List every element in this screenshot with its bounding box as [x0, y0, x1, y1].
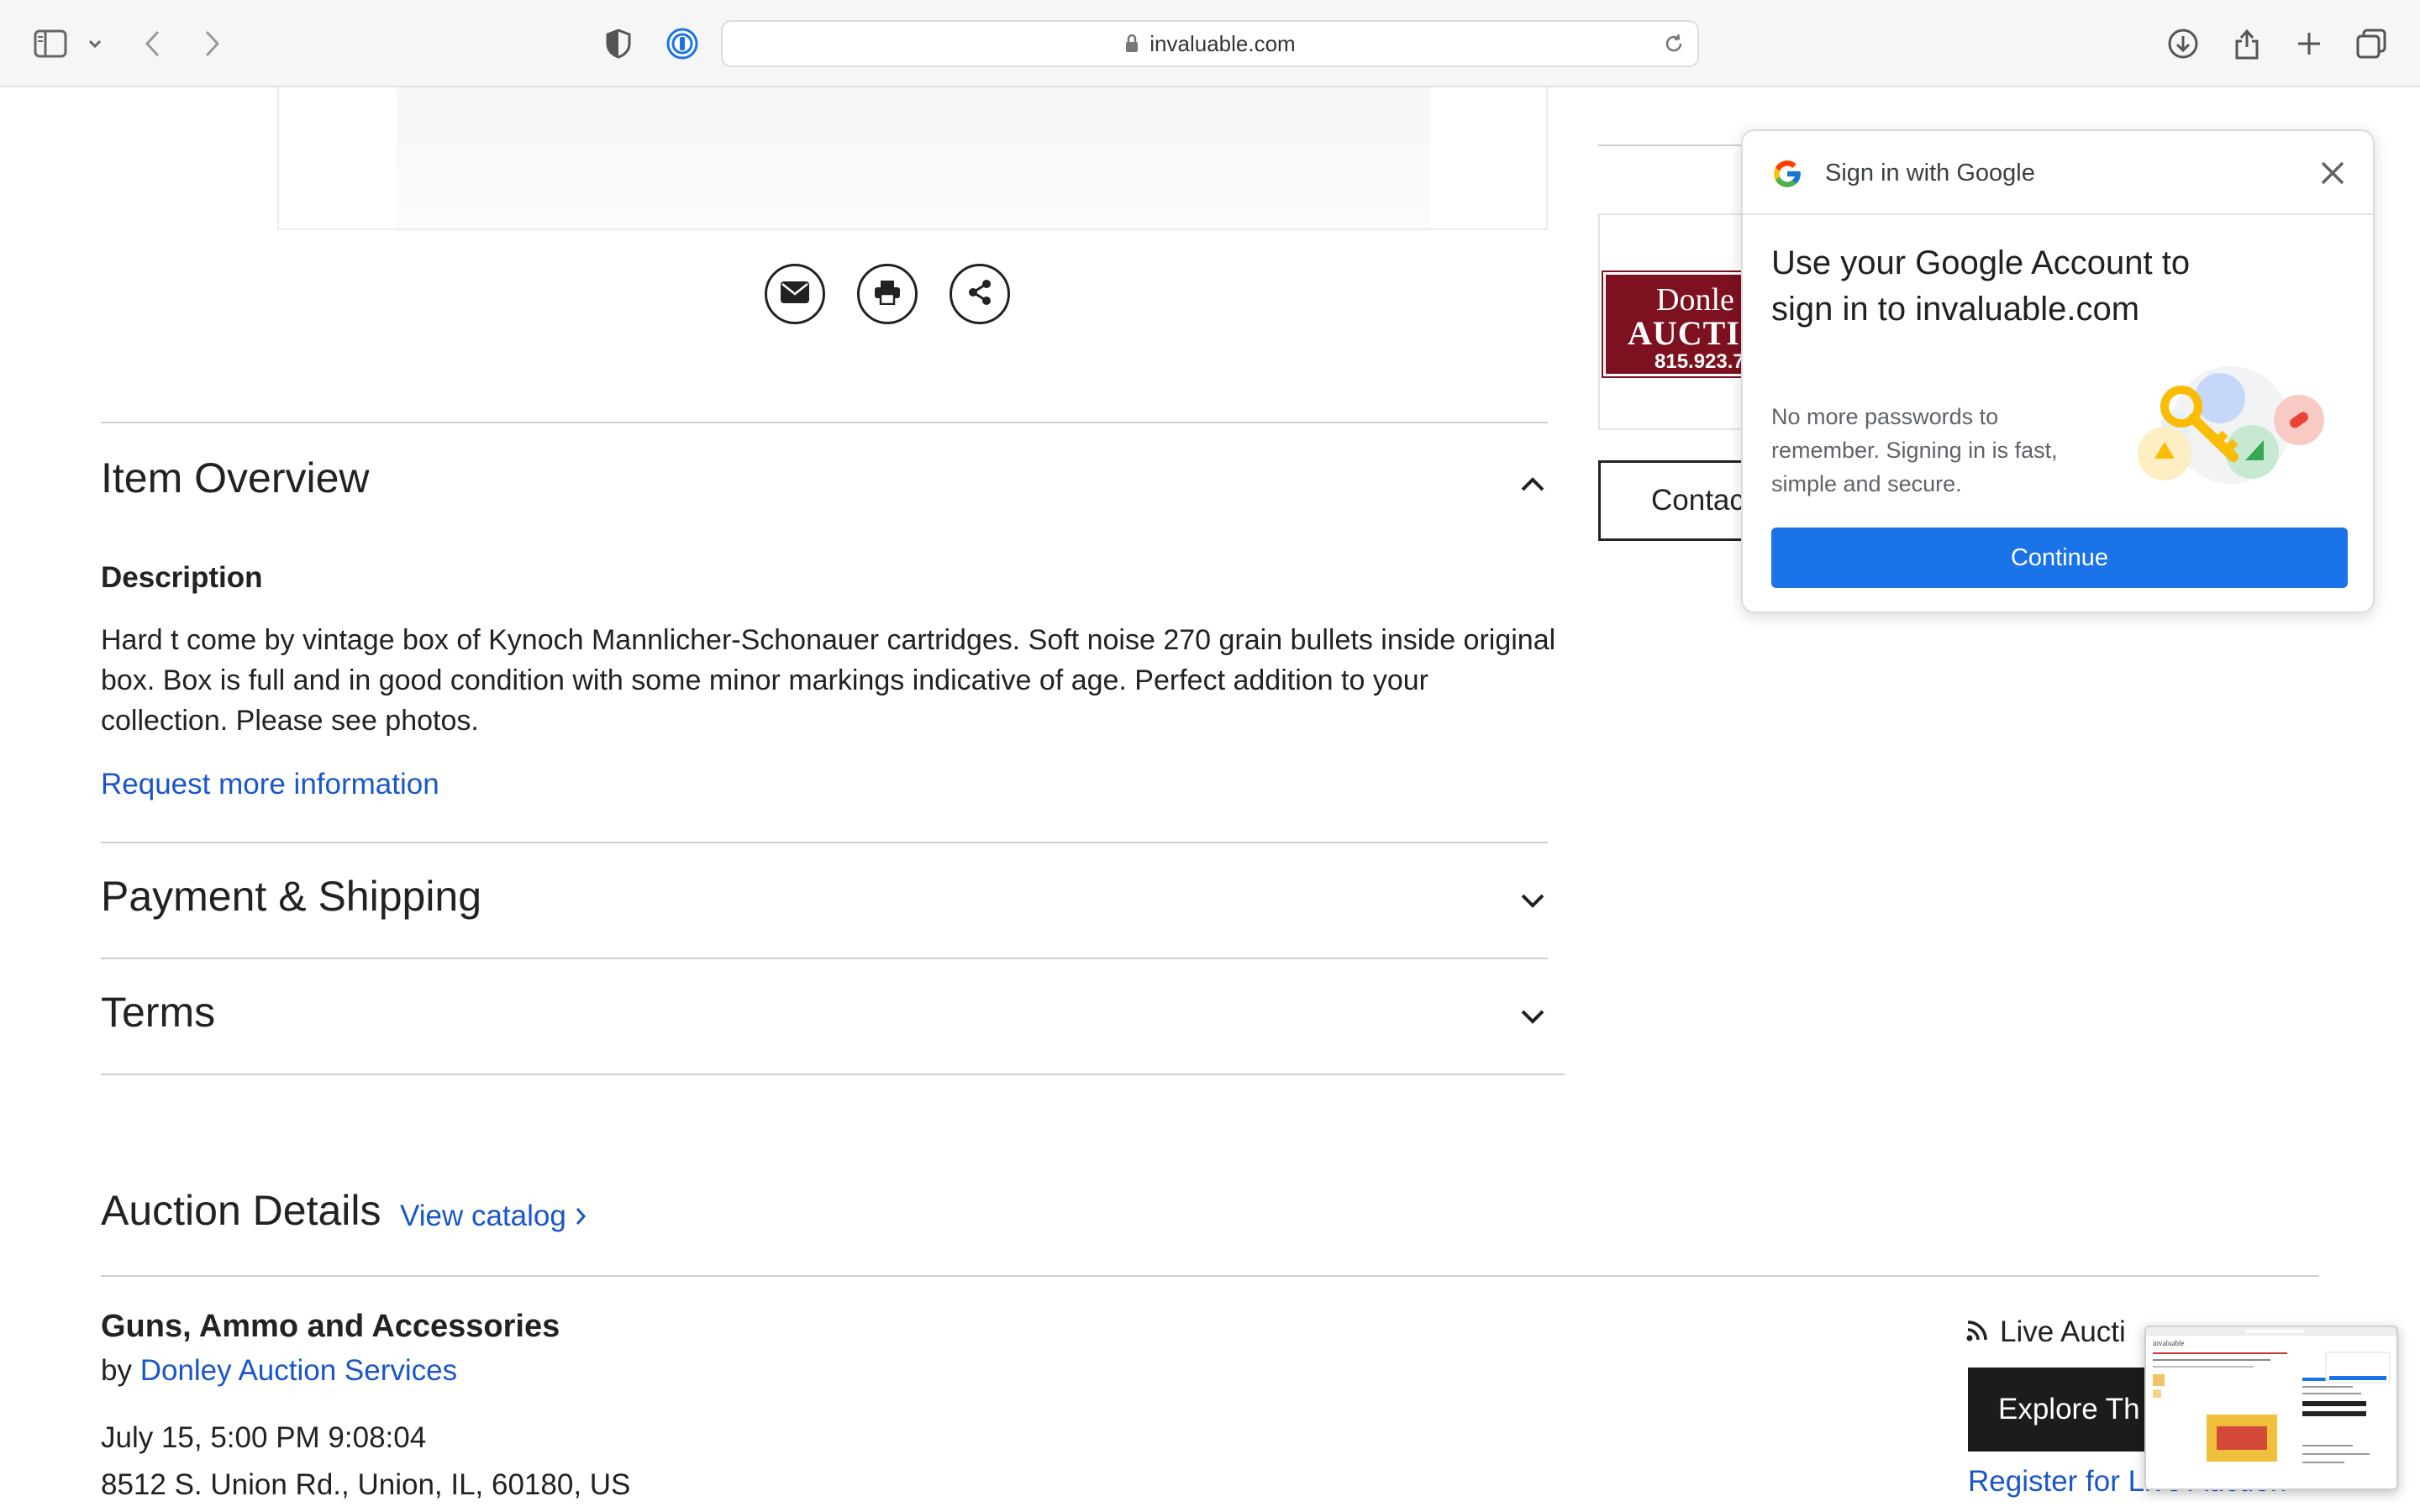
- share-nodes-icon: [966, 279, 993, 310]
- envelope-icon: [780, 281, 810, 308]
- chevron-down-icon[interactable]: [76, 24, 114, 64]
- live-auction-label: Live Aucti: [1966, 1315, 2126, 1349]
- auction-date: July 15, 5:00 PM 9:08:04: [101, 1421, 427, 1454]
- lock-icon: [1124, 34, 1139, 54]
- key-illustration-icon: [2126, 358, 2336, 501]
- auctioneer-line: by Donley Auction Services: [101, 1354, 457, 1388]
- address-bar[interactable]: invaluable.com: [721, 20, 1699, 67]
- thumbnail-brand: invaluable: [2153, 1339, 2185, 1347]
- privacy-shield-icon[interactable]: [598, 24, 639, 64]
- popup-header-text: Sign in with Google: [1825, 160, 2035, 186]
- continue-button[interactable]: Continue: [1771, 528, 2348, 588]
- auctioneer-link[interactable]: Donley Auction Services: [140, 1354, 457, 1387]
- download-icon[interactable]: [2163, 24, 2203, 64]
- sale-title[interactable]: Guns, Ammo and Accessories: [101, 1309, 560, 1345]
- divider: [101, 1074, 1565, 1075]
- url-text: invaluable.com: [1150, 30, 1296, 56]
- divider: [101, 958, 1548, 959]
- browser-toolbar: invaluable.com: [0, 0, 2420, 87]
- share-button[interactable]: [950, 264, 1010, 324]
- by-prefix: by: [101, 1354, 132, 1387]
- view-catalog-link[interactable]: View catalog: [400, 1200, 587, 1233]
- divider: [101, 422, 1548, 423]
- email-button[interactable]: [765, 264, 825, 324]
- chevron-right-icon: [575, 1200, 587, 1233]
- description-label: Description: [101, 561, 263, 594]
- sidebar-toggle-icon[interactable]: [30, 24, 71, 64]
- chevron-up-icon[interactable]: [1518, 469, 1548, 499]
- printer-icon: [874, 280, 901, 309]
- password-manager-icon[interactable]: [662, 24, 702, 64]
- request-info-link[interactable]: Request more information: [101, 768, 439, 801]
- divider: [101, 842, 1548, 843]
- chevron-down-icon[interactable]: [1518, 1001, 1548, 1032]
- share-icon[interactable]: [2227, 24, 2267, 64]
- item-image-frame: [277, 87, 1548, 230]
- reload-icon[interactable]: [1662, 32, 1686, 61]
- rss-icon: [1966, 1315, 1988, 1349]
- close-icon[interactable]: [2317, 158, 2348, 188]
- description-text: Hard t come by vintage box of Kynoch Man…: [101, 624, 1556, 737]
- contact-seller-label: Contac: [1651, 484, 1744, 517]
- forward-icon[interactable]: [192, 24, 232, 64]
- popup-header: Sign in with Google: [1743, 131, 2373, 215]
- google-logo-icon: [1771, 158, 1803, 190]
- chevron-down-icon[interactable]: [1518, 885, 1548, 916]
- live-auction-text: Live Aucti: [2000, 1315, 2126, 1348]
- popup-subtitle: No more passwords to remember. Signing i…: [1771, 404, 2058, 496]
- auction-details-heading: Auction Details: [101, 1187, 381, 1234]
- explore-button-label: Explore Th: [1998, 1393, 2140, 1425]
- item-image[interactable]: [397, 87, 1430, 228]
- terms-heading[interactable]: Terms: [101, 988, 215, 1037]
- popup-title: Use your Google Account to sign in to in…: [1771, 244, 2191, 328]
- payment-shipping-heading[interactable]: Payment & Shipping: [101, 872, 481, 921]
- back-icon[interactable]: [133, 24, 173, 64]
- screenshot-thumbnail[interactable]: invaluable: [2144, 1326, 2398, 1490]
- google-signin-popup: Sign in with Google Use your Google Acco…: [1741, 129, 2375, 613]
- item-overview-heading[interactable]: Item Overview: [101, 454, 370, 502]
- new-tab-icon[interactable]: [2289, 24, 2329, 64]
- view-catalog-label: View catalog: [400, 1200, 566, 1232]
- auction-address: 8512 S. Union Rd., Union, IL, 60180, US: [101, 1468, 631, 1501]
- divider: [101, 1275, 2319, 1277]
- print-button[interactable]: [857, 264, 918, 324]
- tab-overview-icon[interactable]: [2351, 24, 2391, 64]
